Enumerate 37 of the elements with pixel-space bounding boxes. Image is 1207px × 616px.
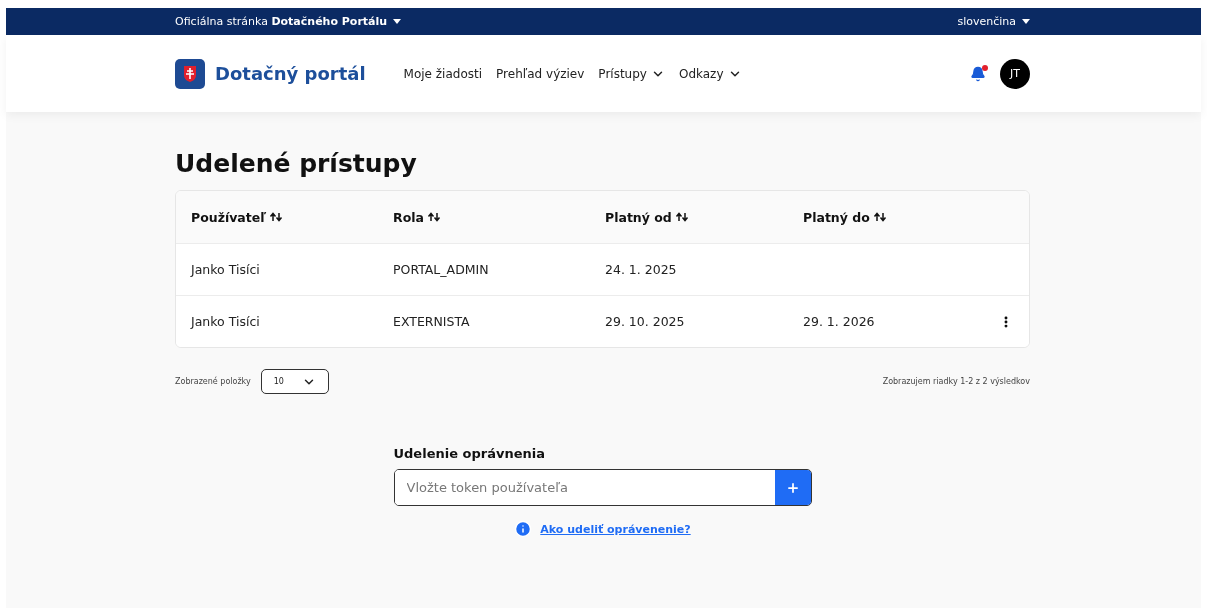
nav-link[interactable]: Prístupy	[598, 66, 665, 81]
section-title: Udelenie oprávnenia	[393, 446, 546, 461]
sort-icon[interactable]	[872, 212, 887, 222]
table-cell-text: Janko Tisíci	[191, 262, 261, 277]
token-field[interactable]: Vložte token používateľa	[393, 469, 812, 506]
table-cell-text: 24. 1. 2025	[605, 262, 678, 277]
column-header[interactable]: Platný od	[605, 209, 803, 225]
table-cell-text: Janko Tisíci	[191, 314, 261, 329]
add-button[interactable]	[774, 470, 811, 505]
page-size-label: Zobrazené položky	[175, 377, 251, 386]
official-site-menu[interactable]: Oficiálna stránka Dotačného Portálu	[175, 15, 402, 28]
coat-of-arms-icon[interactable]	[175, 58, 205, 89]
results-summary: Zobrazujem riadky 1-2 z 2 výsledkov	[882, 377, 1030, 386]
info-icon	[514, 520, 533, 538]
user-avatar[interactable]: JT	[1000, 58, 1030, 89]
column-header[interactable]: Používateľ	[191, 209, 393, 225]
caret-icon[interactable]	[393, 19, 402, 24]
logo-text[interactable]: Dotačný portál	[215, 63, 366, 84]
nav-link[interactable]: Prehľad výziev	[496, 66, 585, 81]
column-header[interactable]: Rola	[393, 209, 605, 225]
sort-icon[interactable]	[426, 212, 441, 222]
language-menu[interactable]: slovenčina	[957, 15, 1030, 28]
bell-icon[interactable]	[970, 65, 986, 82]
sort-icon[interactable]	[674, 212, 689, 222]
table-cell-text: PORTAL_ADMIN	[393, 262, 490, 277]
nav-link[interactable]: Odkazy	[678, 66, 742, 81]
help-link[interactable]: Ako udeliť oprávenenie?	[540, 522, 691, 536]
table-cell-text: 29. 10. 2025	[605, 314, 686, 329]
table-cell-text: EXTERNISTA	[393, 314, 471, 329]
page-title: Udelené prístupy	[175, 149, 418, 178]
plus-icon[interactable]	[785, 480, 800, 495]
column-header[interactable]: Platný do	[803, 209, 999, 225]
caret-icon[interactable]	[1022, 19, 1030, 24]
nav-link[interactable]: Moje žiadosti	[403, 66, 483, 81]
table-cell-text: 29. 1. 2026	[803, 314, 876, 329]
page-size-select[interactable]: 10	[260, 369, 329, 394]
sort-icon[interactable]	[269, 212, 284, 222]
